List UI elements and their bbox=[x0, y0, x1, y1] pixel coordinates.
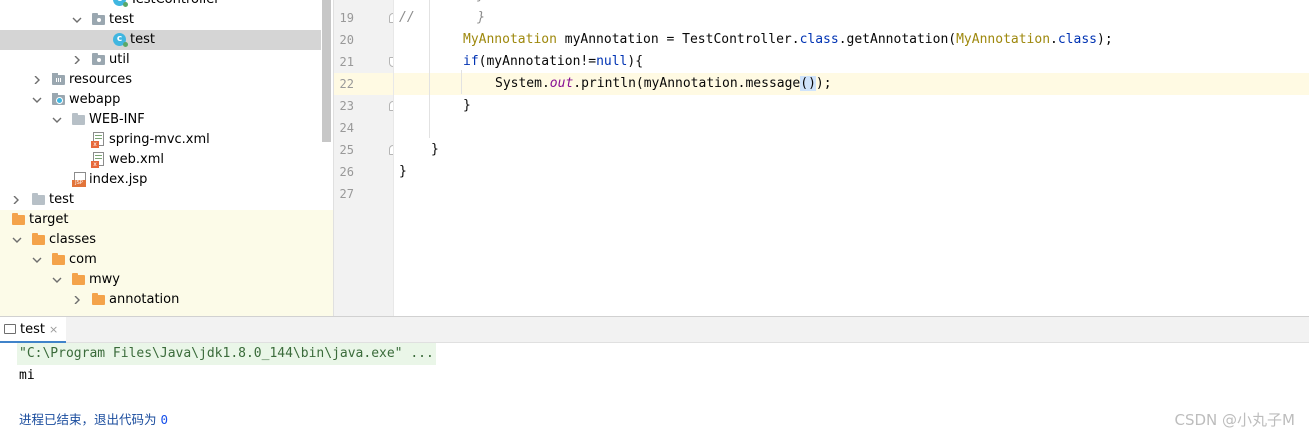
line-number: 23 bbox=[334, 95, 398, 117]
tree-item-testcontroller[interactable]: c TestController bbox=[0, 0, 333, 10]
tree-item-label: index.jsp bbox=[89, 172, 148, 187]
tree-item-test-package[interactable]: test bbox=[0, 10, 333, 30]
tree-item-test-folder[interactable]: test bbox=[0, 190, 333, 210]
tree-item-util[interactable]: util bbox=[0, 50, 333, 70]
chevron-down-icon[interactable] bbox=[31, 90, 43, 110]
line-number: 22 bbox=[339, 77, 354, 91]
tree-item-label: WEB-INF bbox=[89, 112, 145, 127]
tree-item-label: test bbox=[109, 12, 134, 27]
code-line-18: // } bbox=[399, 0, 485, 7]
xml-file-icon bbox=[91, 152, 107, 168]
excluded-folder-icon bbox=[31, 233, 47, 247]
run-tab-label: test bbox=[20, 322, 45, 337]
excluded-folder-icon bbox=[91, 293, 107, 307]
excluded-folder-icon bbox=[11, 213, 27, 227]
tree-item-classes[interactable]: classes bbox=[0, 230, 333, 250]
tree-item-label: web.xml bbox=[109, 152, 164, 167]
code-line-25: } bbox=[431, 142, 439, 157]
chevron-down-icon[interactable] bbox=[51, 270, 63, 290]
console-exit-line: 进程已结束，退出代码为 0 bbox=[19, 409, 168, 431]
matched-brace-highlight: () bbox=[800, 76, 816, 91]
tree-item-label: target bbox=[29, 212, 69, 227]
resources-folder-icon bbox=[51, 73, 67, 87]
tree-item-label: annotation bbox=[109, 292, 180, 307]
java-class-icon: c bbox=[112, 0, 128, 7]
code-line-19: // } bbox=[399, 10, 486, 25]
exit-message: 进程已结束，退出代码为 bbox=[19, 412, 161, 427]
line-number: 24 bbox=[339, 121, 354, 135]
chevron-right-icon[interactable] bbox=[31, 70, 43, 90]
code-line-21: if(myAnnotation!=null){ bbox=[463, 54, 644, 69]
chevron-down-icon[interactable] bbox=[51, 110, 63, 130]
tree-item-label: classes bbox=[49, 232, 97, 247]
tree-scrollbar[interactable] bbox=[322, 0, 331, 142]
tree-item-label: util bbox=[109, 52, 130, 67]
code-line-20: MyAnnotation myAnnotation = TestControll… bbox=[463, 32, 1113, 47]
console-icon bbox=[4, 324, 16, 334]
run-tool-window-header: test × bbox=[0, 316, 1309, 343]
close-icon[interactable]: × bbox=[49, 323, 58, 336]
tree-item-target[interactable]: target bbox=[0, 210, 333, 230]
line-number: 20 bbox=[339, 33, 354, 47]
line-number: 19 bbox=[334, 7, 398, 29]
tree-item-label: test bbox=[130, 32, 155, 47]
code-line-23: } bbox=[463, 98, 471, 113]
project-tree: c TestController test c test util resour… bbox=[0, 0, 333, 316]
run-console[interactable]: "C:\Program Files\Java\jdk1.8.0_144\bin\… bbox=[0, 343, 1309, 441]
tree-item-mwy[interactable]: mwy bbox=[0, 270, 333, 290]
run-tab-test[interactable]: test × bbox=[0, 317, 67, 343]
chevron-right-icon[interactable] bbox=[71, 290, 83, 310]
tree-item-annotation[interactable]: annotation bbox=[0, 290, 333, 310]
editor-gutter: 18 19 20 21 22 23 24 25 26 27 bbox=[333, 0, 398, 316]
package-folder-icon bbox=[91, 53, 107, 67]
xml-file-icon bbox=[91, 132, 107, 148]
chevron-down-icon[interactable] bbox=[11, 230, 23, 250]
watermark: CSDN @小丸子M bbox=[1174, 411, 1295, 429]
chevron-down-icon[interactable] bbox=[31, 250, 43, 270]
tree-item-web-inf[interactable]: WEB-INF bbox=[0, 110, 333, 130]
chevron-down-icon[interactable] bbox=[71, 10, 83, 30]
indent-guide bbox=[461, 70, 462, 94]
package-folder-icon bbox=[91, 13, 107, 27]
folder-icon bbox=[31, 193, 47, 207]
tree-item-webapp[interactable]: webapp bbox=[0, 90, 333, 110]
folder-icon bbox=[71, 113, 87, 127]
web-folder-icon bbox=[51, 93, 67, 107]
tree-item-label: com bbox=[69, 252, 97, 267]
console-output-line: mi bbox=[19, 368, 35, 383]
jsp-file-icon bbox=[72, 172, 88, 187]
console-command-line[interactable]: "C:\Program Files\Java\jdk1.8.0_144\bin\… bbox=[17, 343, 436, 365]
java-class-icon: c bbox=[112, 33, 128, 47]
tree-item-label: mwy bbox=[89, 272, 120, 287]
line-number: 18 bbox=[334, 0, 394, 7]
chevron-right-icon[interactable] bbox=[71, 50, 83, 70]
tree-item-test-class[interactable]: c test bbox=[0, 30, 321, 50]
tree-item-label: resources bbox=[69, 72, 133, 87]
tree-item-label: TestController bbox=[130, 0, 220, 10]
tree-item-label: webapp bbox=[69, 92, 121, 107]
tree-item-resources[interactable]: resources bbox=[0, 70, 333, 90]
tree-item-index-jsp[interactable]: index.jsp bbox=[0, 170, 333, 190]
tree-item-label: test bbox=[49, 192, 74, 207]
tree-item-spring-mvc-xml[interactable]: spring-mvc.xml bbox=[0, 130, 333, 150]
excluded-folder-icon bbox=[71, 273, 87, 287]
tree-item-label: spring-mvc.xml bbox=[109, 132, 210, 147]
line-number: 25 bbox=[334, 139, 398, 161]
tree-item-web-xml[interactable]: web.xml bbox=[0, 150, 333, 170]
line-number: 26 bbox=[339, 165, 354, 179]
chevron-right-icon[interactable] bbox=[10, 190, 22, 210]
code-line-26: } bbox=[399, 164, 407, 179]
code-editor[interactable]: // } // } MyAnnotation myAnnotation = Te… bbox=[393, 0, 1309, 316]
line-number: 27 bbox=[339, 187, 354, 201]
tree-item-com[interactable]: com bbox=[0, 250, 333, 270]
code-line-22: System.out.println(myAnnotation.message(… bbox=[495, 76, 832, 91]
excluded-folder-icon bbox=[51, 253, 67, 267]
exit-code: 0 bbox=[160, 412, 169, 427]
line-number: 21 bbox=[334, 51, 398, 73]
